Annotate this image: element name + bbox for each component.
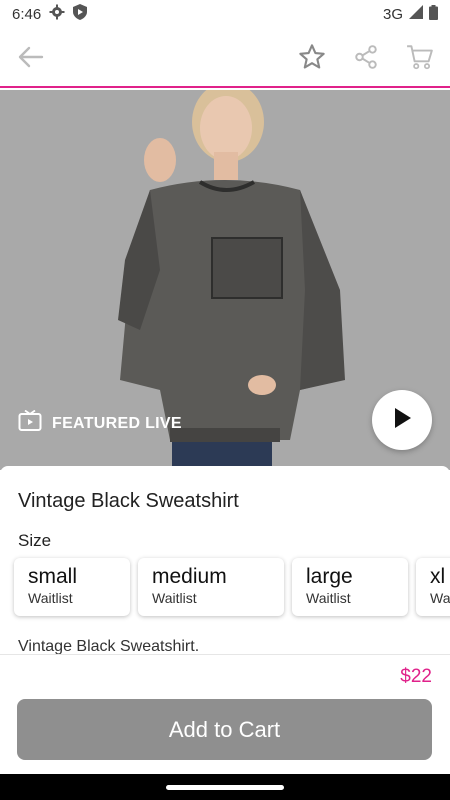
share-icon[interactable] [350,41,382,73]
size-status: Waitlist [28,590,73,606]
size-name: small [28,565,78,588]
product-details-sheet: Vintage Black Sweatshirt Size small Wait… [0,466,450,656]
home-handle[interactable] [166,784,284,790]
size-name: large [306,565,353,588]
status-bar: 6:46 3G [0,0,450,28]
size-option-large[interactable]: large Waitlist [292,558,408,616]
app-bar [0,28,450,88]
size-option-small[interactable]: small Waitlist [14,558,130,616]
featured-live-label: FEATURED LIVE [52,414,182,432]
size-name: xl [430,565,446,588]
play-icon [392,407,412,434]
size-name: medium [152,565,227,588]
size-status: Waitlist [430,590,450,606]
size-options: small Waitlist medium Waitlist large Wai… [14,558,450,616]
size-option-medium[interactable]: medium Waitlist [138,558,284,616]
size-status: Waitlist [152,590,197,606]
size-status: Waitlist [306,590,351,606]
size-label: Size [18,531,52,550]
cart-icon[interactable] [404,41,436,73]
shield-play-icon [73,4,88,24]
product-price: $22 [400,666,432,687]
signal-icon [409,5,423,23]
play-video-button[interactable] [372,390,432,450]
size-option-xl[interactable]: xl Waitlist [416,558,450,616]
system-nav-bar [0,774,450,800]
network-type: 3G [382,5,403,23]
featured-live-badge: FEATURED LIVE [18,409,182,437]
status-time: 6:46 [12,5,42,23]
product-hero-image[interactable]: FEATURED LIVE [0,90,450,470]
divider [0,654,450,655]
settings-gear-icon [49,4,65,24]
product-title: Vintage Black Sweatshirt [18,490,239,512]
add-to-cart-button[interactable]: Add to Cart [17,699,432,760]
battery-icon [429,4,438,24]
back-arrow-icon[interactable] [14,41,46,73]
tv-icon [18,409,42,437]
favorite-star-icon[interactable] [296,41,328,73]
